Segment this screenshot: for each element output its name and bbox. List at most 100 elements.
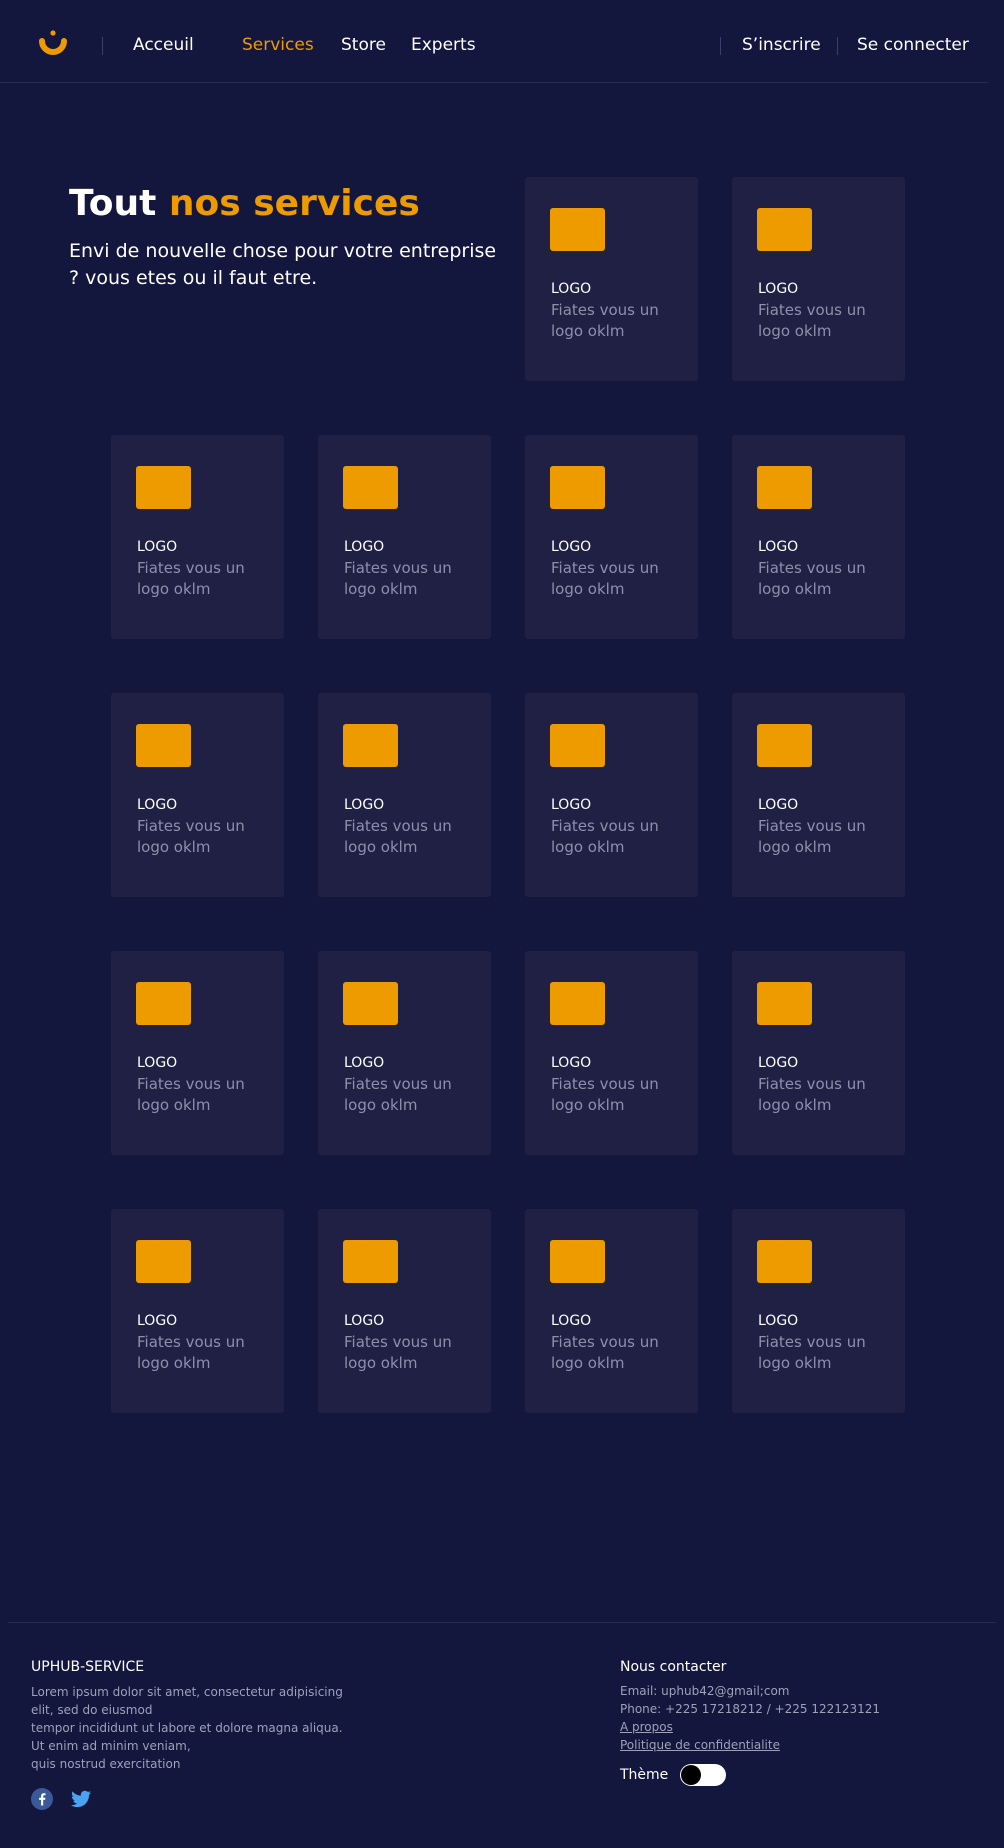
page-title: Tout nos services	[69, 182, 420, 226]
card-logo-placeholder	[550, 1240, 605, 1283]
card-logo-placeholder	[136, 982, 191, 1025]
card-logo-placeholder	[343, 724, 398, 767]
uphub-logo-icon[interactable]	[36, 28, 72, 62]
card-description: Fiates vous un logo oklm	[137, 1075, 245, 1114]
card-description: Fiates vous un logo oklm	[344, 559, 452, 598]
card-title: LOGO	[137, 539, 178, 555]
service-card[interactable]: LOGO Fiates vous un logo oklm	[525, 177, 698, 381]
card-title: LOGO	[344, 797, 385, 813]
card-title: LOGO	[758, 281, 799, 297]
footer-divider	[8, 1622, 996, 1623]
footer-description-line: quis nostrud exercitation	[31, 1757, 181, 1771]
card-logo-placeholder	[136, 466, 191, 509]
card-description: Fiates vous un logo oklm	[551, 1333, 659, 1372]
twitter-icon[interactable]	[70, 1788, 92, 1810]
theme-toggle[interactable]	[680, 1764, 726, 1786]
page-subtitle: Envi de nouvelle chose pour votre entrep…	[69, 240, 497, 289]
card-title: LOGO	[344, 539, 385, 555]
service-card[interactable]: LOGO Fiates vous un logo oklm	[318, 693, 491, 897]
card-description: Fiates vous un logo oklm	[137, 817, 245, 856]
contact-title: Nous contacter	[620, 1659, 727, 1675]
card-title: LOGO	[551, 797, 592, 813]
page-title-accent: nos services	[168, 183, 420, 224]
signup-link[interactable]: S’inscrire	[742, 34, 821, 56]
card-title: LOGO	[137, 1313, 178, 1329]
theme-toggle-knob[interactable]	[681, 1765, 701, 1785]
facebook-icon[interactable]	[31, 1788, 53, 1810]
card-description: Fiates vous un logo oklm	[137, 1333, 245, 1372]
card-logo-placeholder	[136, 1240, 191, 1283]
card-description: Fiates vous un logo oklm	[551, 559, 659, 598]
service-card[interactable]: LOGO Fiates vous un logo oklm	[111, 951, 284, 1155]
card-description: Fiates vous un logo oklm	[344, 1075, 452, 1114]
card-description: Fiates vous un logo oklm	[758, 817, 866, 856]
service-card[interactable]: LOGO Fiates vous un logo oklm	[318, 435, 491, 639]
card-logo-placeholder	[757, 982, 812, 1025]
card-description: Fiates vous un logo oklm	[344, 817, 452, 856]
nav-link-acceuil[interactable]: Acceuil	[133, 34, 194, 56]
card-logo-placeholder	[757, 724, 812, 767]
card-logo-placeholder	[757, 466, 812, 509]
card-description: Fiates vous un logo oklm	[551, 1075, 659, 1114]
service-card[interactable]: LOGO Fiates vous un logo oklm	[111, 435, 284, 639]
service-card[interactable]: LOGO Fiates vous un logo oklm	[318, 1209, 491, 1413]
service-card[interactable]: LOGO Fiates vous un logo oklm	[525, 1209, 698, 1413]
card-title: LOGO	[551, 539, 592, 555]
service-card[interactable]: LOGO Fiates vous un logo oklm	[525, 693, 698, 897]
service-card[interactable]: LOGO Fiates vous un logo oklm	[111, 693, 284, 897]
service-card[interactable]: LOGO Fiates vous un logo oklm	[111, 1209, 284, 1413]
card-description: Fiates vous un logo oklm	[551, 817, 659, 856]
nav-link-services[interactable]: Services	[242, 34, 314, 56]
service-card[interactable]: LOGO Fiates vous un logo oklm	[525, 951, 698, 1155]
card-description: Fiates vous un logo oklm	[551, 301, 659, 340]
service-card[interactable]: LOGO Fiates vous un logo oklm	[732, 951, 905, 1155]
card-title: LOGO	[758, 1055, 799, 1071]
header-divider	[0, 82, 988, 83]
card-logo-placeholder	[550, 208, 605, 251]
card-title: LOGO	[344, 1055, 385, 1071]
login-link[interactable]: Se connecter	[857, 34, 969, 56]
card-title: LOGO	[551, 1313, 592, 1329]
card-title: LOGO	[758, 1313, 799, 1329]
footer-description-line: Ut enim ad minim veniam,	[31, 1739, 191, 1753]
card-logo-placeholder	[343, 982, 398, 1025]
card-description: Fiates vous un logo oklm	[344, 1333, 452, 1372]
nav-divider	[720, 37, 721, 55]
card-title: LOGO	[137, 797, 178, 813]
page-title-part1: Tout	[69, 183, 157, 224]
card-description: Fiates vous un logo oklm	[758, 559, 866, 598]
nav-link-experts[interactable]: Experts	[411, 34, 476, 56]
card-title: LOGO	[344, 1313, 385, 1329]
card-logo-placeholder	[550, 982, 605, 1025]
card-title: LOGO	[551, 1055, 592, 1071]
footer-description-line: Lorem ipsum dolor sit amet, consectetur …	[31, 1685, 343, 1699]
service-card[interactable]: LOGO Fiates vous un logo oklm	[732, 693, 905, 897]
top-navbar: Acceuil Services Store Experts S’inscrir…	[0, 0, 1004, 82]
contact-email: Email: uphub42@gmail;com	[620, 1684, 790, 1698]
card-logo-placeholder	[550, 724, 605, 767]
service-card[interactable]: LOGO Fiates vous un logo oklm	[732, 177, 905, 381]
nav-divider	[837, 37, 838, 55]
card-logo-placeholder	[757, 1240, 812, 1283]
card-title: LOGO	[758, 797, 799, 813]
privacy-policy-link[interactable]: Politique de confidentialite	[620, 1737, 780, 1753]
contact-phone: Phone: +225 17218212 / +225 122123121	[620, 1702, 881, 1716]
footer-description-line: tempor incididunt ut labore et dolore ma…	[31, 1721, 343, 1735]
service-card[interactable]: LOGO Fiates vous un logo oklm	[732, 1209, 905, 1413]
card-logo-placeholder	[343, 466, 398, 509]
service-card[interactable]: LOGO Fiates vous un logo oklm	[525, 435, 698, 639]
card-description: Fiates vous un logo oklm	[758, 1075, 866, 1114]
about-link[interactable]: A propos	[620, 1719, 673, 1735]
footer-description-line: elit, sed do eiusmod	[31, 1703, 153, 1717]
footer-brand: UPHUB-SERVICE	[31, 1659, 145, 1675]
nav-link-store[interactable]: Store	[341, 34, 386, 56]
card-logo-placeholder	[550, 466, 605, 509]
card-description: Fiates vous un logo oklm	[758, 1333, 866, 1372]
service-card[interactable]: LOGO Fiates vous un logo oklm	[732, 435, 905, 639]
card-description: Fiates vous un logo oklm	[137, 559, 245, 598]
card-title: LOGO	[551, 281, 592, 297]
card-description: Fiates vous un logo oklm	[758, 301, 866, 340]
card-logo-placeholder	[757, 208, 812, 251]
card-title: LOGO	[758, 539, 799, 555]
service-card[interactable]: LOGO Fiates vous un logo oklm	[318, 951, 491, 1155]
